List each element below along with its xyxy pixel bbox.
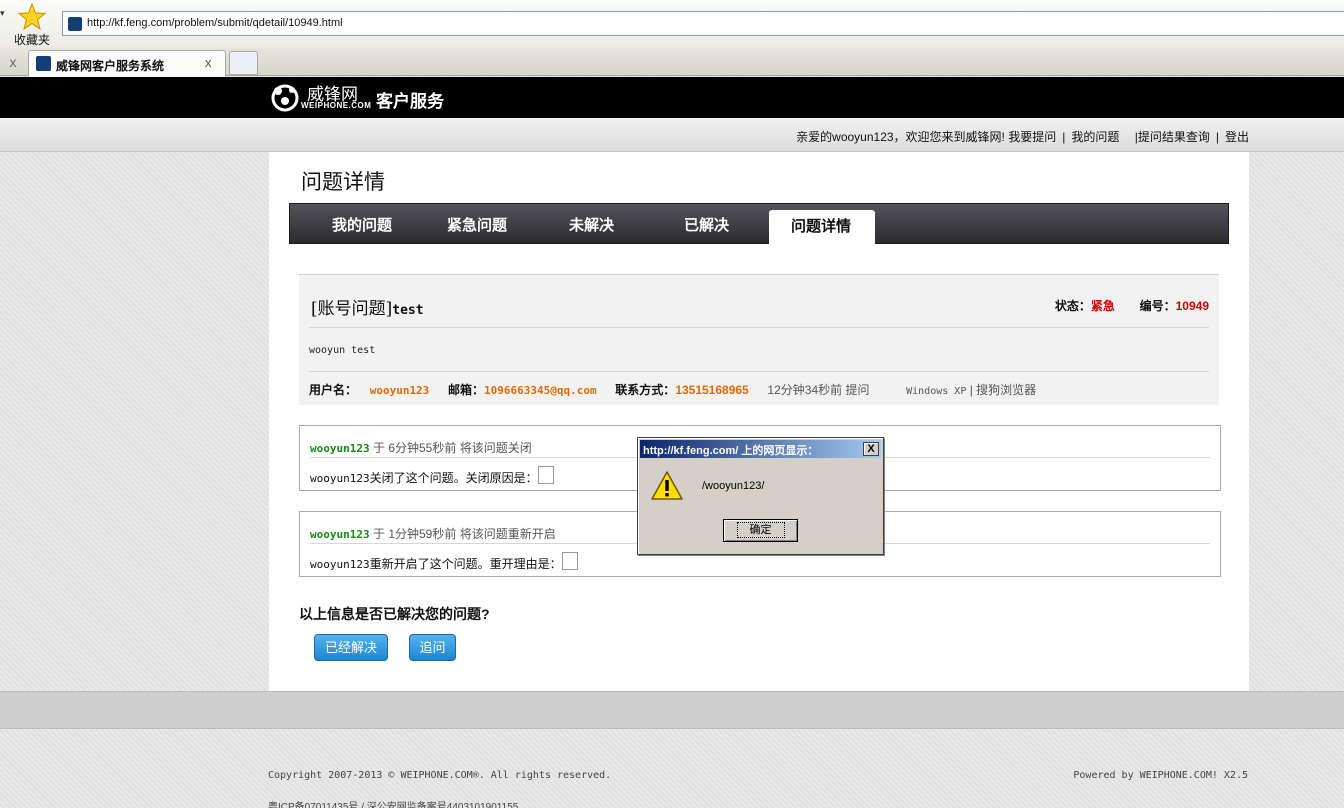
- tab-question-detail[interactable]: 问题详情: [769, 210, 875, 244]
- tab-my-questions[interactable]: 我的问题: [332, 214, 392, 235]
- close-icon[interactable]: X: [863, 442, 879, 456]
- link-result-query[interactable]: |提问结果查询: [1135, 130, 1210, 144]
- question-nav: 我的问题 紧急问题 未解决 已解决 问题详情: [289, 203, 1229, 244]
- alert-message: /wooyun123/: [702, 480, 765, 492]
- reply-user[interactable]: wooyun123: [310, 442, 370, 455]
- favorites-label[interactable]: 收藏夹: [14, 31, 50, 48]
- question-meta: 状态：紧急 编号：10949: [1055, 297, 1209, 314]
- ok-button-label: 确定: [736, 522, 785, 538]
- reply-header: wooyun123 于 1分钟59秒前 将该问题重新开启: [310, 525, 556, 542]
- question-number: 10949: [1175, 299, 1209, 313]
- question-info: 用户名： wooyun123 邮箱：1096663345@qq.com 联系方式…: [309, 381, 1036, 398]
- address-bar[interactable]: http://kf.feng.com/problem/submit/qdetai…: [62, 11, 1344, 36]
- resolved-button[interactable]: 已经解决: [314, 634, 388, 661]
- service-title: 客户服务: [376, 92, 444, 111]
- question-title-text: test: [392, 303, 424, 318]
- link-separator: |: [1215, 130, 1219, 144]
- username-value: wooyun123: [369, 384, 430, 397]
- broken-image-icon: [561, 552, 578, 570]
- reply-user[interactable]: wooyun123: [310, 528, 370, 541]
- link-my-questions[interactable]: 我的问题: [1071, 130, 1119, 144]
- new-tab-button[interactable]: [229, 51, 258, 75]
- link-separator: [1125, 130, 1128, 144]
- reply-body-user: wooyun123: [310, 558, 370, 571]
- alert-title: http://kf.feng.com/ 上的网页显示：: [643, 445, 819, 457]
- logo-text-en[interactable]: WEIPHONE.COM: [301, 101, 371, 110]
- reply-body-user: wooyun123: [310, 472, 370, 485]
- reply-body: wooyun123关闭了这个问题。关闭原因是：: [310, 466, 554, 486]
- browser-info: 搜狗浏览器: [976, 383, 1037, 397]
- reply-body: wooyun123重新开启了这个问题。重开理由是：: [310, 552, 578, 572]
- question-category: [账号问题]: [311, 299, 393, 319]
- reply-header: wooyun123 于 6分钟55秒前 将该问题关闭: [310, 439, 532, 456]
- divider: [309, 371, 1209, 372]
- divider: [309, 327, 1209, 328]
- ok-button[interactable]: 确定: [723, 519, 798, 542]
- tab-unresolved[interactable]: 未解决: [569, 214, 614, 235]
- user-bar: 亲爱的wooyun123，欢迎您来到威锋网! 我要提问 | 我的问题 |提问结果查询…: [0, 118, 1344, 152]
- question-body: wooyun test: [309, 345, 376, 356]
- alert-dialog: http://kf.feng.com/ 上的网页显示： X /wooyun123…: [637, 437, 884, 555]
- tab-urgent[interactable]: 紧急问题: [447, 214, 507, 235]
- link-separator: |: [1062, 130, 1066, 144]
- reply-body-text: 重新开启了这个问题。重开理由是：: [369, 557, 562, 571]
- reply-time: 1分钟59秒前: [388, 527, 457, 541]
- question-box: [账号问题]test 状态：紧急 编号：10949 wooyun test 用户…: [299, 274, 1219, 405]
- contact-label: 联系方式：: [615, 383, 676, 397]
- followup-button[interactable]: 追问: [409, 634, 456, 661]
- reply-action: 将该问题重新开启: [459, 527, 556, 541]
- question-title: [账号问题]test: [311, 294, 424, 319]
- tab-question-detail-label: 问题详情: [791, 218, 852, 235]
- address-url[interactable]: http://kf.feng.com/problem/submit/qdetai…: [87, 17, 343, 29]
- powered-by-text: Powered by WEIPHONE.COM! X2.5: [1073, 770, 1248, 781]
- browser-toolbar: ▾ 收藏夹 http://kf.feng.com/problem/submit/…: [0, 0, 1344, 48]
- content-panel: 问题详情 我的问题 紧急问题 未解决 已解决 问题详情 [账号问题]test 状…: [269, 152, 1249, 691]
- link-ask[interactable]: 我要提问: [1008, 130, 1056, 144]
- page-title: 问题详情: [301, 171, 385, 194]
- username-label: 用户名：: [309, 383, 358, 397]
- footer-band: [0, 691, 1344, 729]
- info-separator: |: [969, 383, 973, 397]
- link-logout[interactable]: 登出: [1225, 130, 1249, 144]
- os-info: Windows XP: [906, 386, 967, 397]
- contact-value: 13515168965: [675, 383, 749, 397]
- reply-action: 将该问题关闭: [459, 441, 532, 455]
- status-label: 状态：: [1054, 299, 1091, 313]
- resolve-question: 以上信息是否已解决您的问题?: [299, 606, 490, 622]
- welcome-text: 亲爱的wooyun123，欢迎您来到威锋网!: [796, 130, 1005, 144]
- alert-titlebar[interactable]: http://kf.feng.com/ 上的网页显示： X: [640, 440, 881, 458]
- question-time: 12分钟34秒前 提问: [767, 383, 870, 397]
- weiphone-logo-icon[interactable]: [270, 83, 300, 113]
- reply-time: 6分钟55秒前: [388, 441, 457, 455]
- reply-body-text: 关闭了这个问题。关闭原因是：: [369, 471, 538, 485]
- email-label: 邮箱：: [448, 383, 485, 397]
- tab-strip-close-icon[interactable]: x: [0, 49, 26, 75]
- user-links: 亲爱的wooyun123，欢迎您来到威锋网! 我要提问 | 我的问题 |提问结果查询…: [796, 128, 1249, 145]
- number-label: 编号：: [1139, 299, 1176, 313]
- warning-icon: [651, 471, 683, 500]
- tab-close-icon[interactable]: x: [205, 55, 212, 70]
- reply-at: 于: [372, 441, 385, 455]
- toolbar-arrow-icon[interactable]: ▾: [0, 8, 5, 19]
- browser-tab-active[interactable]: 威锋网客户服务系统 x: [28, 50, 226, 77]
- tab-title[interactable]: 威锋网客户服务系统: [56, 57, 164, 74]
- site-header: 威锋网 WEIPHONE.COM 客户服务: [0, 77, 1344, 118]
- icp-text[interactable]: 粤ICP备07011435号 / 深公安网监备案号4403101901155: [268, 798, 518, 808]
- broken-image-icon: [537, 466, 554, 484]
- site-favicon-icon: [68, 17, 82, 31]
- status-badge: 紧急: [1090, 299, 1115, 313]
- copyright-text: Copyright 2007-2013 © WEIPHONE.COM®. All…: [268, 770, 612, 781]
- tab-resolved[interactable]: 已解决: [684, 214, 729, 235]
- tab-favicon-icon: [36, 56, 51, 71]
- reply-at: 于: [372, 527, 385, 541]
- email-value: 1096663345@qq.com: [484, 384, 597, 397]
- favorites-star-icon[interactable]: [18, 3, 46, 31]
